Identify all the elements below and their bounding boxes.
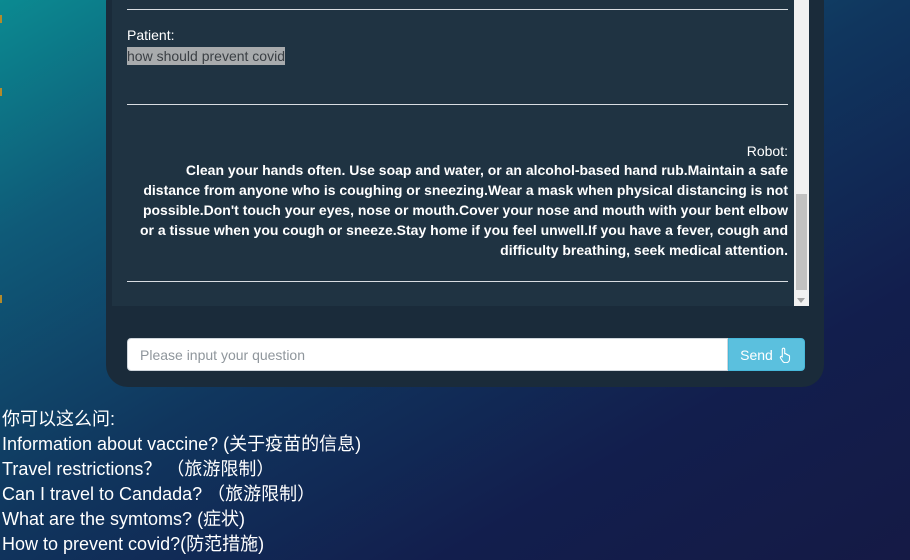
hand-pointer-icon [779, 347, 790, 363]
patient-message: how should prevent covid [127, 47, 285, 65]
scrollbar-thumb[interactable] [796, 194, 807, 290]
send-button-label: Send [740, 346, 773, 363]
edge-mark [0, 88, 2, 96]
suggestions-heading: 你可以这么问: [2, 409, 116, 429]
scrollbar[interactable] [794, 0, 809, 306]
suggestion-item[interactable]: Information about vaccine? (关于疫苗的信息) [2, 432, 361, 457]
question-input-row: Send [127, 338, 805, 372]
question-input[interactable] [127, 338, 728, 371]
message-list[interactable]: Patient: how should prevent covid Robot:… [112, 0, 809, 306]
message-divider [127, 281, 788, 282]
robot-message: Clean your hands often. Use soap and wat… [139, 162, 788, 258]
message-divider [127, 104, 788, 105]
send-button[interactable]: Send [728, 338, 805, 371]
patient-label: Patient: [127, 27, 175, 43]
suggestions-panel: 你可以这么问: Information about vaccine? (关于疫苗… [2, 407, 361, 557]
edge-mark [0, 15, 2, 23]
suggestion-item[interactable]: What are the symtoms? (症状) [2, 507, 361, 532]
suggestion-item[interactable]: Travel restrictions？ （旅游限制） [2, 457, 361, 482]
edge-mark [0, 295, 2, 303]
chat-panel: Patient: how should prevent covid Robot:… [106, 0, 824, 387]
message-divider [127, 9, 788, 10]
robot-label: Robot: [746, 143, 788, 159]
suggestion-item[interactable]: How to prevent covid?(防范措施) [2, 532, 361, 557]
scroll-down-arrow-icon[interactable] [797, 298, 805, 303]
suggestion-item[interactable]: Can I travel to Candada? （旅游限制） [2, 482, 361, 507]
